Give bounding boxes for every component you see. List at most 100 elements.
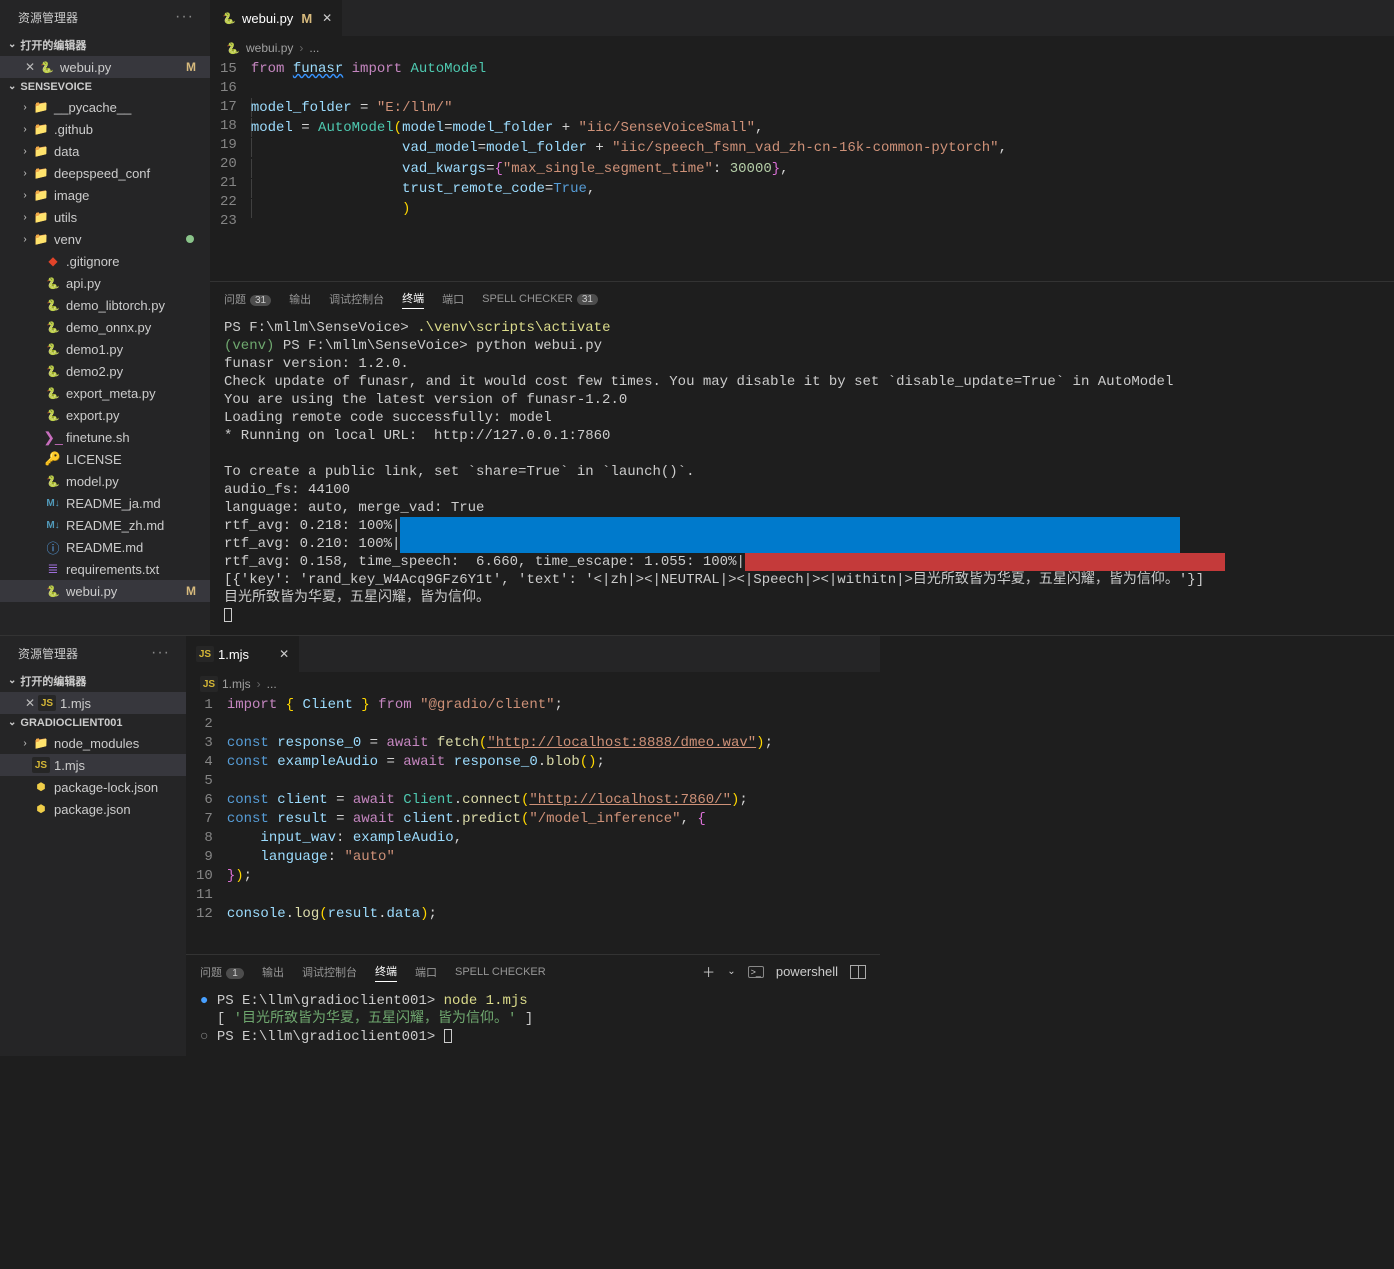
project-name: SENSEVOICE [20, 81, 92, 93]
shell-label[interactable]: powershell [776, 964, 838, 979]
tree-item[interactable]: ›📁utils [0, 206, 210, 228]
tree-item[interactable]: ›📁node_modules [0, 732, 186, 754]
tab-output[interactable]: 输出 [262, 962, 284, 982]
breadcrumb[interactable]: 🐍 webui.py › ... [210, 36, 1394, 60]
tree-item[interactable]: 🐍demo_libtorch.py [0, 294, 210, 316]
python-icon: 🐍 [44, 275, 62, 291]
project-section[interactable]: ⌄ GRADIOCLIENT001 [0, 714, 186, 732]
split-icon[interactable] [850, 965, 866, 979]
window-sensevoice: 资源管理器 ··· ⌄ 打开的编辑器 ✕🐍webui.pyM ⌄ SENSEVO… [0, 0, 1394, 636]
file-name: 1.mjs [60, 696, 91, 711]
tab-terminal[interactable]: 终端 [402, 288, 424, 309]
close-icon[interactable]: ✕ [322, 11, 332, 25]
tree-item[interactable]: ◆.gitignore [0, 250, 210, 272]
tab-spellchecker[interactable]: SPELL CHECKER31 [482, 291, 598, 307]
file-name: 1.mjs [54, 758, 85, 773]
more-icon[interactable]: ··· [147, 644, 174, 662]
tab-webui[interactable]: 🐍 webui.py M ✕ [210, 0, 343, 36]
folder-icon: 📁 [32, 187, 50, 203]
tab-spellchecker[interactable]: SPELL CHECKER [455, 964, 546, 980]
file-name: requirements.txt [66, 562, 159, 577]
close-icon[interactable]: ✕ [22, 696, 38, 710]
tree-item[interactable]: ⬢package-lock.json [0, 776, 186, 798]
tab-problems[interactable]: 问题1 [200, 962, 244, 982]
open-editors-label: 打开的编辑器 [20, 37, 86, 53]
file-name: data [54, 144, 79, 159]
tree-item[interactable]: ⬢package.json [0, 798, 186, 820]
tree-item[interactable]: 🔑LICENSE [0, 448, 210, 470]
modified-badge: M [301, 11, 312, 26]
tree-item[interactable]: ›📁venv [0, 228, 210, 250]
tree-item[interactable]: ❯_finetune.sh [0, 426, 210, 448]
panel-tabs: 问题31 输出 调试控制台 终端 端口 SPELL CHECKER31 [210, 282, 1394, 315]
more-icon[interactable]: ··· [171, 8, 198, 26]
code-body[interactable]: import { Client } from "@gradio/client";… [227, 696, 880, 954]
modified-badge: M [186, 60, 196, 74]
js-icon: JS [38, 695, 56, 711]
tree-item[interactable]: 🐍model.py [0, 470, 210, 492]
powershell-icon[interactable]: >_ [748, 966, 764, 978]
tab-terminal[interactable]: 终端 [375, 961, 397, 982]
terminal-content[interactable]: PS F:\mllm\SenseVoice> .\venv\scripts\ac… [210, 315, 1394, 635]
breadcrumb-file: 1.mjs [222, 677, 251, 691]
tab-output[interactable]: 输出 [289, 289, 311, 309]
file-name: demo2.py [66, 364, 123, 379]
code-editor[interactable]: 123456789101112 import { Client } from "… [186, 696, 880, 954]
tree-item[interactable]: ›📁image [0, 184, 210, 206]
terminal-cursor [224, 608, 232, 622]
file-name: export.py [66, 408, 119, 423]
tab-ports[interactable]: 端口 [442, 289, 464, 309]
terminal-content[interactable]: ● PS E:\llm\gradioclient001> node 1.mjs … [186, 988, 880, 1056]
chevron-down-icon[interactable]: ⌄ [727, 966, 735, 977]
project-section[interactable]: ⌄ SENSEVOICE [0, 78, 210, 96]
panel-tabs: 问题1 输出 调试控制台 终端 端口 SPELL CHECKER ＋ ⌄ >_ … [186, 955, 880, 988]
tree-item[interactable]: 🐍demo2.py [0, 360, 210, 382]
tree-item[interactable]: 🐍export_meta.py [0, 382, 210, 404]
code-editor[interactable]: 151617181920212223 from funasr import Au… [210, 60, 1394, 281]
tab-1mjs[interactable]: JS 1.mjs ✕ [186, 636, 300, 672]
tab-problems[interactable]: 问题31 [224, 289, 271, 309]
modified-dot [186, 235, 194, 243]
js-icon: JS [200, 676, 218, 692]
file-name: image [54, 188, 89, 203]
tree-item[interactable]: M↓README_ja.md [0, 492, 210, 514]
tree-item[interactable]: ›📁.github [0, 118, 210, 140]
python-icon: 🐍 [220, 10, 238, 26]
folder-icon: 📁 [32, 209, 50, 225]
shell-icon: ❯_ [44, 429, 62, 445]
open-editor-item[interactable]: ✕JS 1.mjs [0, 692, 186, 714]
tree-item[interactable]: 🐍webui.pyM [0, 580, 210, 602]
file-name: utils [54, 210, 77, 225]
file-name: package-lock.json [54, 780, 158, 795]
tree-item[interactable]: 🐍demo_onnx.py [0, 316, 210, 338]
file-name: demo1.py [66, 342, 123, 357]
tree-item[interactable]: ›📁deepspeed_conf [0, 162, 210, 184]
close-icon[interactable]: ✕ [22, 60, 38, 74]
explorer-title: 资源管理器 [18, 645, 78, 662]
tab-ports[interactable]: 端口 [415, 962, 437, 982]
breadcrumb[interactable]: JS 1.mjs › ... [186, 672, 880, 696]
tree-item[interactable]: 🐍export.py [0, 404, 210, 426]
tree-item[interactable]: ›📁data [0, 140, 210, 162]
open-editors-section[interactable]: ⌄ 打开的编辑器 [0, 34, 210, 56]
tab-debug[interactable]: 调试控制台 [329, 289, 384, 309]
close-icon[interactable]: ✕ [279, 647, 289, 661]
open-editor-item[interactable]: ✕🐍webui.pyM [0, 56, 210, 78]
plus-icon[interactable]: ＋ [702, 962, 715, 981]
tree-item[interactable]: 🐍demo1.py [0, 338, 210, 360]
python-icon: 🐍 [44, 297, 62, 313]
python-icon: 🐍 [44, 385, 62, 401]
file-name: venv [54, 232, 81, 247]
tree-item[interactable]: ≣requirements.txt [0, 558, 210, 580]
tree-item[interactable]: ›📁__pycache__ [0, 96, 210, 118]
tree-item[interactable]: 🐍api.py [0, 272, 210, 294]
tree-item[interactable]: ⓘREADME.md [0, 536, 210, 558]
tree-item[interactable]: JS1.mjs [0, 754, 186, 776]
open-editors-section[interactable]: ⌄ 打开的编辑器 [0, 670, 186, 692]
file-name: .github [54, 122, 93, 137]
python-icon: 🐍 [44, 473, 62, 489]
sidebar: 资源管理器 ··· ⌄ 打开的编辑器 ✕🐍webui.pyM ⌄ SENSEVO… [0, 0, 210, 635]
tab-debug[interactable]: 调试控制台 [302, 962, 357, 982]
code-body[interactable]: from funasr import AutoModel model_folde… [251, 60, 1394, 281]
tree-item[interactable]: M↓README_zh.md [0, 514, 210, 536]
